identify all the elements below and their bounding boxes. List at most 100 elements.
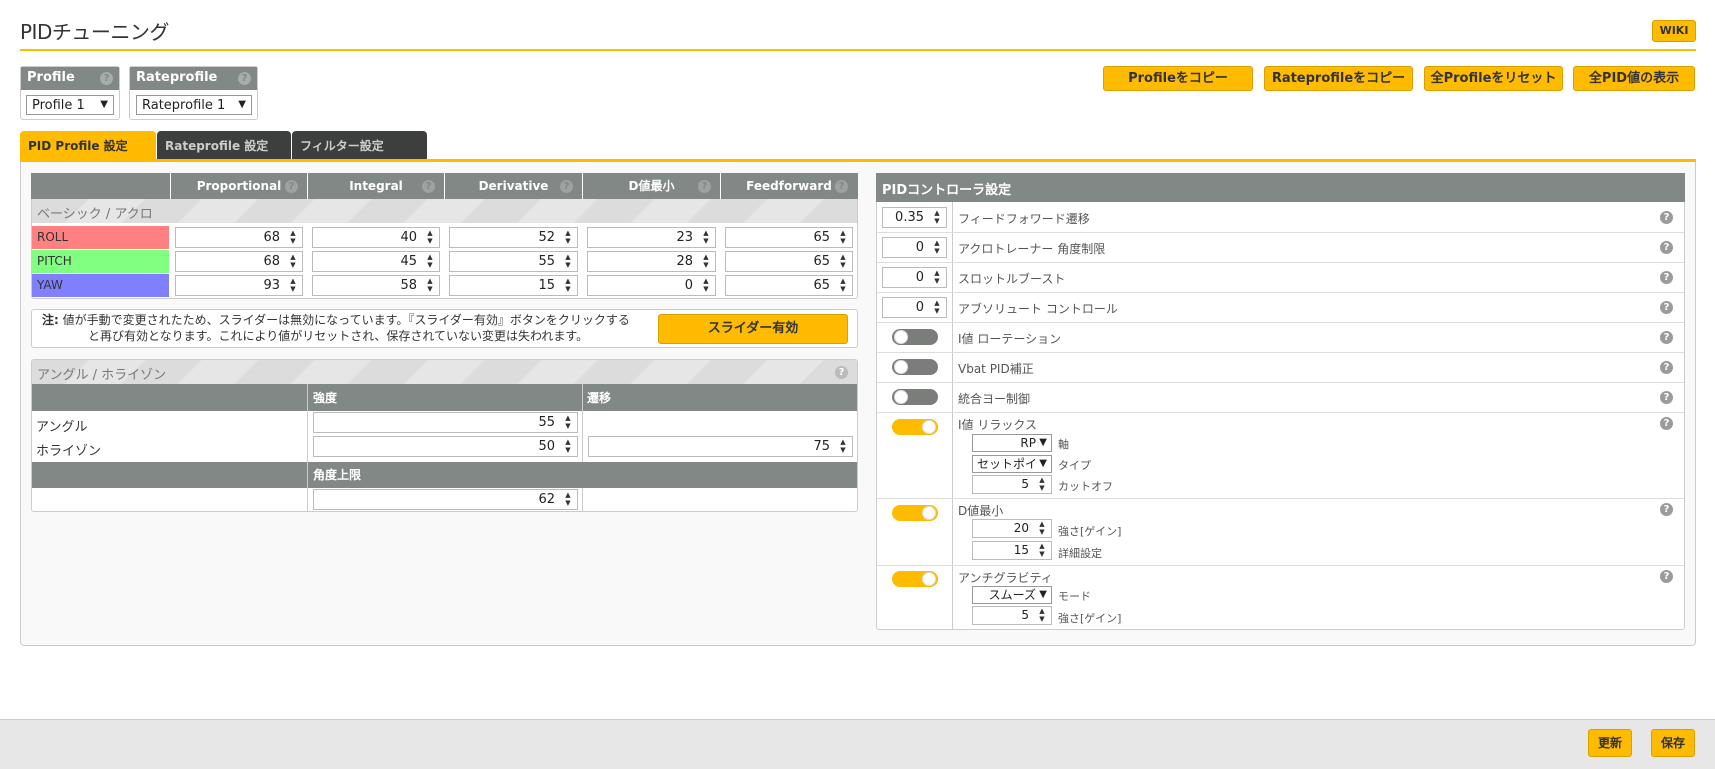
controller-value: 0 xyxy=(915,270,924,285)
pid-value-input[interactable]: 58 ▲ ▼ xyxy=(312,275,440,296)
irelax-cutoff-input[interactable]: 5 ▲ ▼ xyxy=(972,475,1052,494)
pid-value-input[interactable]: 65 ▲ ▼ xyxy=(725,227,853,248)
help-icon[interactable]: ? xyxy=(1660,361,1673,374)
copy-rateprofile-button[interactable]: Rateprofileをコピー xyxy=(1264,66,1413,91)
angle-strength-input[interactable]: 55 ▲ ▼ xyxy=(313,412,578,433)
spinner-icon[interactable]: ▲ ▼ xyxy=(425,253,435,269)
spinner-icon[interactable]: ▲ ▼ xyxy=(838,253,848,269)
irelax-axis-select[interactable]: RP ▼ xyxy=(972,434,1052,452)
help-icon[interactable]: ? xyxy=(698,180,711,193)
dmin-gain-input[interactable]: 20 ▲ ▼ xyxy=(972,519,1052,538)
help-icon[interactable]: ? xyxy=(1660,211,1673,224)
help-icon[interactable]: ? xyxy=(100,72,113,85)
pid-value-input[interactable]: 68 ▲ ▼ xyxy=(175,251,303,272)
controller-toggle[interactable] xyxy=(892,359,938,375)
page-title: PIDチューニング xyxy=(20,20,169,44)
pid-value-input[interactable]: 55 ▲ ▼ xyxy=(449,251,578,272)
help-icon[interactable]: ? xyxy=(1660,391,1673,404)
help-icon[interactable]: ? xyxy=(1660,271,1673,284)
angle-limit-input[interactable]: 62 ▲ ▼ xyxy=(313,489,578,510)
help-icon[interactable]: ? xyxy=(285,180,298,193)
wiki-button[interactable]: WIKI xyxy=(1652,20,1696,42)
help-icon[interactable]: ? xyxy=(1660,301,1673,314)
tab-pid-profile[interactable]: PID Profile 設定 xyxy=(20,131,156,159)
antigravity-mode-select[interactable]: スムーズ ▼ xyxy=(972,586,1052,604)
spinner-icon[interactable]: ▲ ▼ xyxy=(563,277,573,293)
profile-select[interactable]: Profile 1 ▼ xyxy=(26,95,114,115)
spinner-icon[interactable]: ▲ ▼ xyxy=(838,438,848,454)
irelax-toggle[interactable] xyxy=(892,419,938,435)
spinner-icon[interactable]: ▲ ▼ xyxy=(1037,542,1047,558)
pid-value-input[interactable]: 23 ▲ ▼ xyxy=(587,227,716,248)
pid-value-input[interactable]: 93 ▲ ▼ xyxy=(175,275,303,296)
antigravity-gain-input[interactable]: 5 ▲ ▼ xyxy=(972,606,1052,625)
spinner-icon[interactable]: ▲ ▼ xyxy=(1037,476,1047,492)
help-icon[interactable]: ? xyxy=(560,180,573,193)
refresh-button[interactable]: 更新 xyxy=(1588,729,1632,757)
controller-value-input[interactable]: 0.35 ▲ ▼ xyxy=(882,207,947,228)
spinner-icon[interactable]: ▲ ▼ xyxy=(425,277,435,293)
tab-filter[interactable]: フィルター設定 xyxy=(292,131,427,159)
controller-value-input[interactable]: 0 ▲ ▼ xyxy=(882,297,947,318)
help-icon[interactable]: ? xyxy=(422,180,435,193)
irelax-type-select[interactable]: セットポイ ▼ xyxy=(972,455,1052,473)
pid-value-input[interactable]: 68 ▲ ▼ xyxy=(175,227,303,248)
help-icon[interactable]: ? xyxy=(835,180,848,193)
pid-value-input[interactable]: 45 ▲ ▼ xyxy=(312,251,440,272)
pid-value-input[interactable]: 15 ▲ ▼ xyxy=(449,275,578,296)
spinner-icon[interactable]: ▲ ▼ xyxy=(932,269,942,285)
help-icon[interactable]: ? xyxy=(1660,331,1673,344)
spinner-icon[interactable]: ▲ ▼ xyxy=(838,229,848,245)
help-icon[interactable]: ? xyxy=(1660,241,1673,254)
spinner-icon[interactable]: ▲ ▼ xyxy=(838,277,848,293)
controller-toggle[interactable] xyxy=(892,389,938,405)
help-icon[interactable]: ? xyxy=(835,366,848,379)
spinner-icon[interactable]: ▲ ▼ xyxy=(563,229,573,245)
show-all-pid-button[interactable]: 全PID値の表示 xyxy=(1573,66,1695,91)
dmin-toggle[interactable] xyxy=(892,505,938,521)
rateprofile-select[interactable]: Rateprofile 1 ▼ xyxy=(136,95,252,115)
spinner-icon[interactable]: ▲ ▼ xyxy=(932,239,942,255)
spinner-icon[interactable]: ▲ ▼ xyxy=(563,438,573,454)
pid-value-input[interactable]: 28 ▲ ▼ xyxy=(587,251,716,272)
spinner-icon[interactable]: ▲ ▼ xyxy=(563,253,573,269)
pid-value-input[interactable]: 65 ▲ ▼ xyxy=(725,275,853,296)
pid-value-input[interactable]: 40 ▲ ▼ xyxy=(312,227,440,248)
controller-toggle[interactable] xyxy=(892,329,938,345)
spinner-icon[interactable]: ▲ ▼ xyxy=(932,209,942,225)
tab-rateprofile[interactable]: Rateprofile 設定 xyxy=(157,131,291,159)
irelax-type-label: タイプ xyxy=(1058,459,1091,472)
spinner-icon[interactable]: ▲ ▼ xyxy=(1037,520,1047,536)
spinner-icon[interactable]: ▲ ▼ xyxy=(701,253,711,269)
pid-value-input[interactable]: 52 ▲ ▼ xyxy=(449,227,578,248)
horizon-transition-input[interactable]: 75 ▲ ▼ xyxy=(588,436,853,457)
spinner-icon[interactable]: ▲ ▼ xyxy=(425,229,435,245)
help-icon[interactable]: ? xyxy=(1660,570,1673,583)
pid-value-input[interactable]: 0 ▲ ▼ xyxy=(587,275,716,296)
spinner-icon[interactable]: ▲ ▼ xyxy=(288,229,298,245)
save-button[interactable]: 保存 xyxy=(1651,729,1695,757)
help-icon[interactable]: ? xyxy=(238,72,251,85)
dmin-advanced-input[interactable]: 15 ▲ ▼ xyxy=(972,541,1052,560)
spinner-icon[interactable]: ▲ ▼ xyxy=(701,277,711,293)
spinner-icon[interactable]: ▲ ▼ xyxy=(563,414,573,430)
row-divider xyxy=(877,382,1684,383)
horizon-strength-input[interactable]: 50 ▲ ▼ xyxy=(313,436,578,457)
spinner-icon[interactable]: ▲ ▼ xyxy=(701,229,711,245)
help-icon[interactable]: ? xyxy=(1660,417,1673,430)
help-icon[interactable]: ? xyxy=(1660,503,1673,516)
spinner-icon[interactable]: ▲ ▼ xyxy=(563,491,573,507)
controller-value-input[interactable]: 0 ▲ ▼ xyxy=(882,237,947,258)
controller-value-input[interactable]: 0 ▲ ▼ xyxy=(882,267,947,288)
controller-row-label: 統合ヨー制御 xyxy=(958,392,1031,406)
spinner-icon[interactable]: ▲ ▼ xyxy=(288,253,298,269)
pid-value-input[interactable]: 65 ▲ ▼ xyxy=(725,251,853,272)
spinner-icon[interactable]: ▲ ▼ xyxy=(932,299,942,315)
title-divider xyxy=(20,49,1696,51)
spinner-icon[interactable]: ▲ ▼ xyxy=(288,277,298,293)
antigravity-toggle[interactable] xyxy=(892,571,938,587)
copy-profile-button[interactable]: Profileをコピー xyxy=(1103,66,1253,91)
enable-sliders-button[interactable]: スライダー有効 xyxy=(658,314,848,344)
reset-all-profiles-button[interactable]: 全Profileをリセット xyxy=(1424,66,1563,91)
spinner-icon[interactable]: ▲ ▼ xyxy=(1037,607,1047,623)
